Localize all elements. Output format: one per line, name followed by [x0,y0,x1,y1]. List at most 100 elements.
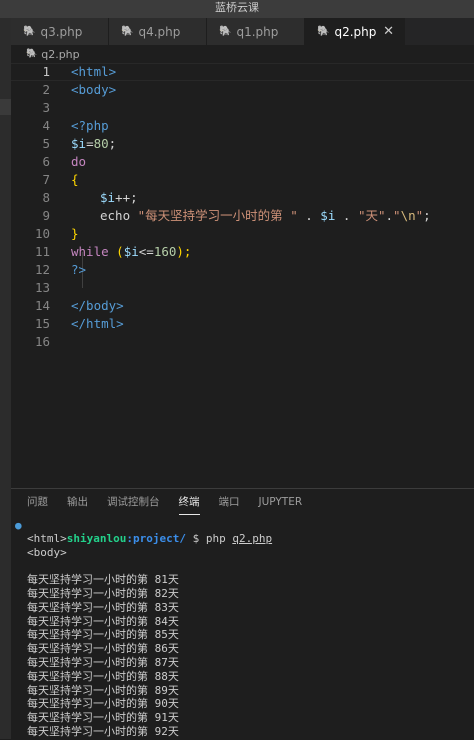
line-number: 6 [42,154,50,169]
tab-label: q3.php [40,24,83,39]
php-file-icon: 🐘 [121,26,134,37]
code-line: { [71,171,79,189]
terminal-command: php [205,531,233,545]
terminal-output-line: 每天坚持学习一小时的第 90天 [27,697,179,711]
activity-indicator [0,99,11,115]
code-token: "每天坚持学习一小时的第 " [137,208,298,223]
code-token: ; [423,208,431,223]
terminal-command-file[interactable]: q2.php [232,532,272,545]
line-number: 3 [42,100,50,115]
tab-q4-php[interactable]: 🐘 q4.php [109,18,207,45]
terminal-output-line: 每天坚持学习一小时的第 84天 [27,614,179,628]
tab-ports[interactable]: 端口 [219,489,240,515]
terminal-output-line: 每天坚持学习一小时的第 82天 [27,586,179,600]
code-token: <= [138,244,154,259]
tab-q3-php[interactable]: 🐘 q3.php [11,18,109,45]
terminal-output-line: 每天坚持学习一小时的第 87天 [27,655,179,669]
window-title: 蓝桥云课 [0,0,474,18]
code-token: </html> [71,316,124,331]
code-token: ); [176,244,192,259]
code-line: while ($i<=160); [71,243,191,261]
tab-label: q4.php [138,24,181,39]
line-number: 8 [42,190,50,205]
code-line: echo "每天坚持学习一小时的第 " . $i . "天"."\n"; [100,207,431,225]
line-number: 4 [42,118,50,133]
code-line: $i=80; [71,135,116,153]
tab-label: q1.php [236,24,279,39]
terminal-output-line: 每天坚持学习一小时的第 86天 [27,642,179,656]
breadcrumb-file[interactable]: q2.php [41,48,79,61]
code-token: ( [108,244,124,259]
terminal-output-line: 每天坚持学习一小时的第 92天 [27,724,179,738]
code-token: ; [108,136,117,151]
tab-terminal[interactable]: 终端 [178,489,200,515]
code-token: ++; [115,190,138,205]
code-line: <?php [71,117,109,135]
code-token: = [86,136,94,151]
terminal-output-line: 每天坚持学习一小时的第 81天 [27,573,179,587]
code-editor[interactable]: 1 <html> 2 <body> 3 4 <?php 5 $i=80; 6 do 7{ … [11,63,474,488]
line-number: 2 [42,82,50,97]
code-token: $i [100,190,116,205]
code-line: do [71,153,86,171]
php-file-icon: 🐘 [23,26,36,37]
panel-tab-bar: 问题 输出 调试控制台 终端 端口 JUPYTER [11,489,321,515]
tab-debug-console[interactable]: 调试控制台 [107,489,160,515]
code-token: . [335,208,358,223]
breadcrumb[interactable]: 🐘 q2.php [11,45,474,63]
prompt-user: shiyanlou [66,531,127,545]
tab-q1-php[interactable]: 🐘 q1.php [207,18,305,45]
tab-q2-php[interactable]: 🐘 q2.php ✕ [305,18,405,45]
close-icon[interactable]: ✕ [383,24,394,39]
line-number: 15 [34,316,50,331]
line-number: 14 [34,298,50,313]
terminal[interactable]: ● shiyanlou:project/ $ php q2.php <html> <… [15,518,272,739]
code-token: </body> [71,298,124,313]
code-token: ?> [71,262,87,277]
tab-output[interactable]: 输出 [67,489,88,515]
tab-jupyter[interactable]: JUPYTER [259,489,303,515]
line-number: 13 [34,280,50,295]
activity-bar [0,18,11,739]
code-line: ?> [71,261,86,279]
code-line: <html> [71,63,116,81]
code-token: while [71,244,109,259]
line-number: 16 [34,334,50,349]
line-number: 12 [34,262,50,277]
terminal-output: <html> <body> 每天坚持学习一小时的第 81天 每天坚持学习一小时的第 8… [27,532,272,739]
prompt-symbol: $ [185,531,206,545]
line-number: 5 [42,136,50,151]
code-line: </html> [71,315,124,333]
code-token: 80 [93,136,109,151]
code-token: } [71,226,79,241]
code-token: $i [71,136,87,151]
code-line: </body> [71,297,124,315]
code-line: } [71,225,79,243]
code-line: <body> [71,81,116,99]
line-number: 11 [34,244,50,259]
code-token: . [297,208,321,223]
line-number: 9 [42,208,50,223]
code-line: $i++; [100,189,138,207]
code-token: <?php [71,118,109,133]
code-token: \n [400,208,416,223]
line-number: 1 [42,64,50,79]
terminal-output-line: 每天坚持学习一小时的第 85天 [27,628,179,642]
terminal-output-line: 每天坚持学习一小时的第 91天 [27,711,179,725]
code-token: . [385,208,394,223]
php-file-icon: 🐘 [317,26,330,37]
tab-label: q2.php [334,24,377,39]
tab-problems[interactable]: 问题 [27,489,48,515]
php-file-icon: 🐘 [26,49,38,59]
code-token: echo [100,208,131,223]
php-file-icon: 🐘 [219,26,232,37]
prompt-status-icon: ● [15,519,22,532]
terminal-prompt-line: ● shiyanlou:project/ $ php q2.php [15,518,272,545]
code-token: "天" [357,208,386,223]
line-number: 10 [34,226,50,241]
line-number: 7 [42,172,50,187]
prompt-path: :project/ [126,531,186,545]
code-token: " [393,208,401,223]
terminal-output-line: 每天坚持学习一小时的第 83天 [27,600,179,614]
code-token: do [71,154,87,169]
